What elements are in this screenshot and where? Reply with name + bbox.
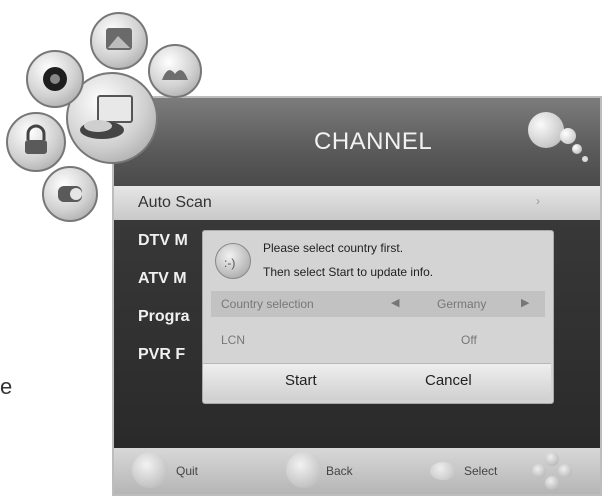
picture-icon: [106, 28, 132, 50]
decor-bubble-icon: [560, 128, 576, 144]
ok-key-icon: [430, 462, 456, 480]
clock-icon: [43, 67, 67, 91]
cancel-button[interactable]: Cancel: [425, 372, 472, 389]
menu-item-label: ATV M: [138, 270, 187, 287]
select-hint-label: Select: [464, 464, 498, 478]
decor-bubble-icon: [528, 112, 564, 148]
menu-item-label: DTV M: [138, 232, 188, 249]
back-key-icon: [286, 452, 322, 488]
dialog-message-line1: Please select country first.: [263, 241, 404, 255]
auto-scan-dialog: :-) Please select country first. Then se…: [202, 230, 554, 404]
waves-icon: [162, 70, 188, 80]
decor-bubble-icon: [572, 144, 582, 154]
left-arrow-icon[interactable]: ◀: [391, 296, 399, 309]
lock-menu-sphere[interactable]: [6, 112, 66, 172]
quit-hint-label: Quit: [176, 464, 199, 478]
country-value: Germany: [437, 297, 487, 311]
lock-icon: [25, 124, 47, 154]
dialog-message-line2: Then select Start to update info.: [263, 265, 434, 279]
menu-title: CHANNEL: [314, 128, 433, 155]
back-hint-label: Back: [326, 464, 353, 478]
menu-item-label: PVR F: [138, 346, 186, 363]
lcn-label: LCN: [221, 333, 246, 347]
setup-toggle-icon: [58, 186, 82, 202]
country-selection-label: Country selection: [221, 297, 314, 311]
chevron-right-icon: ›: [536, 194, 540, 208]
lcn-value: Off: [461, 333, 477, 347]
lcn-row[interactable]: LCN Off: [211, 327, 545, 353]
edge-text-fragment: e: [0, 374, 13, 399]
quit-key-icon: [132, 452, 168, 488]
info-face-icon: :-): [215, 243, 251, 279]
channel-menu-panel: CHANNEL Auto Scan › DTV M ATV M Progra P…: [112, 96, 602, 496]
menu-item-auto-scan[interactable]: Auto Scan ›: [114, 186, 600, 220]
menu-item-label: Progra: [138, 308, 190, 325]
country-selection-row[interactable]: Country selection ◀ Germany ▶: [211, 291, 545, 317]
sound-menu-sphere[interactable]: [148, 44, 202, 98]
menu-item-label: Auto Scan: [138, 194, 212, 211]
time-menu-sphere[interactable]: [26, 50, 84, 108]
decor-bubble-icon: [582, 156, 588, 162]
menu-list: Auto Scan › DTV M ATV M Progra PVR F :-)…: [114, 186, 600, 448]
footer-hint-bar: Quit Back Select: [114, 448, 600, 494]
dpad-icon: [532, 452, 572, 490]
start-button[interactable]: Start: [285, 372, 317, 389]
dialog-button-bar: Start Cancel: [203, 363, 551, 400]
menu-header: CHANNEL: [114, 98, 600, 186]
right-arrow-icon[interactable]: ▶: [521, 296, 529, 309]
picture-menu-sphere[interactable]: [90, 12, 148, 70]
setup-menu-sphere[interactable]: [42, 166, 98, 222]
